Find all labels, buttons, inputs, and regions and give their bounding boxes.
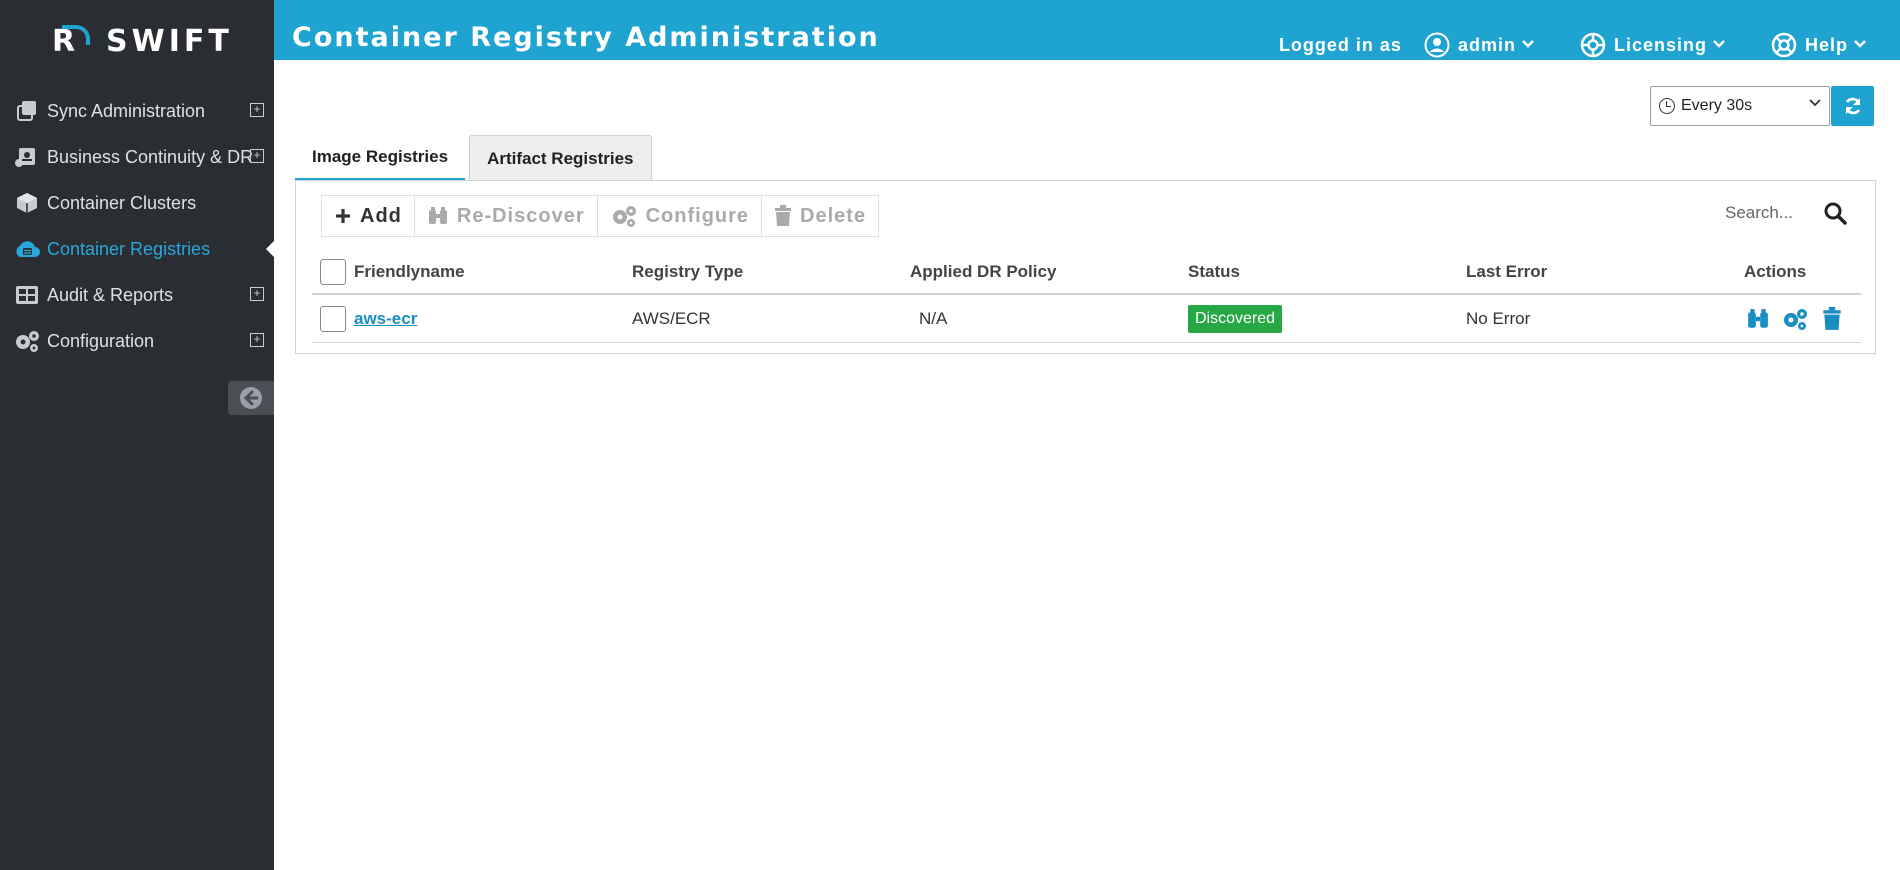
- friendlyname-cell: aws-ecr: [354, 309, 632, 329]
- row-actions: [1744, 305, 1861, 333]
- rediscover-action-binoculars-icon[interactable]: [1744, 305, 1772, 333]
- sidebar: R SWIFT Sync Administration + Business C…: [0, 0, 274, 870]
- expand-icon[interactable]: +: [250, 103, 264, 117]
- scroll-icon: [13, 145, 41, 169]
- clock-icon: [1659, 98, 1675, 114]
- cube-icon: [13, 191, 41, 215]
- logged-in-label: Logged in as: [1278, 34, 1402, 55]
- select-all-checkbox[interactable]: [320, 259, 346, 285]
- table-header: Friendlyname Registry Type Applied DR Po…: [312, 251, 1861, 295]
- search-input[interactable]: [1725, 203, 1815, 223]
- search-area: [1725, 199, 1849, 227]
- lifebuoy-icon: [1580, 32, 1606, 58]
- trash-icon: [774, 205, 792, 227]
- column-header-registry-type[interactable]: Registry Type: [632, 262, 910, 282]
- sidebar-item-label: Configuration: [47, 330, 155, 351]
- arrow-left-circle-icon: [240, 387, 262, 409]
- chevron-down-icon: [1809, 97, 1821, 111]
- refresh-interval-value: Every 30s: [1681, 97, 1753, 114]
- refresh-interval-select[interactable]: Every 30s: [1650, 86, 1830, 126]
- add-button[interactable]: Add: [322, 196, 415, 236]
- sidebar-item-business-continuity[interactable]: Business Continuity & DR +: [0, 134, 274, 180]
- actions-cell: [1744, 305, 1861, 333]
- sidebar-item-label: Container Clusters: [47, 192, 197, 213]
- delete-label: Delete: [800, 204, 867, 227]
- rediscover-label: Re-Discover: [456, 204, 585, 227]
- registry-type-cell: AWS/ECR: [632, 308, 711, 328]
- help-lifebuoy-icon: [1771, 32, 1797, 58]
- column-header-applied-dr-policy[interactable]: Applied DR Policy: [910, 262, 1188, 282]
- search-icon[interactable]: [1821, 199, 1849, 227]
- logo-mark: R: [52, 25, 96, 59]
- row-checkbox[interactable]: [320, 305, 346, 332]
- delete-action-trash-icon[interactable]: [1818, 305, 1846, 333]
- registries-panel: Add Re-Discover Configure Delete Search.…: [295, 180, 1876, 354]
- chevron-down-icon: [1713, 38, 1725, 52]
- status-cell: Discovered: [1188, 304, 1466, 333]
- user-menu[interactable]: admin: [1424, 32, 1534, 58]
- toolbar: Add Re-Discover Configure Delete: [321, 195, 880, 237]
- sidebar-item-label: Business Continuity & DR: [47, 146, 254, 167]
- sidebar-item-sync-administration[interactable]: Sync Administration +: [0, 88, 274, 134]
- logo[interactable]: R SWIFT: [52, 22, 233, 62]
- registry-tabs: Image Registries Artifact Registries: [295, 135, 652, 181]
- configure-button[interactable]: Configure: [598, 196, 763, 236]
- licensing-label: Licensing: [1613, 34, 1707, 55]
- configure-action-gears-icon[interactable]: [1781, 305, 1809, 333]
- registry-name-link[interactable]: aws-ecr: [354, 309, 417, 328]
- collapse-sidebar-button[interactable]: [228, 381, 274, 415]
- status-badge: Discovered: [1188, 304, 1283, 333]
- sidebar-item-container-clusters[interactable]: Container Clusters: [0, 180, 274, 226]
- user-name: admin: [1457, 34, 1516, 55]
- sidebar-item-label: Container Registries: [47, 238, 211, 259]
- sidebar-item-audit-reports[interactable]: Audit & Reports +: [0, 272, 274, 318]
- column-header-actions: Actions: [1744, 262, 1807, 281]
- active-indicator: [266, 241, 274, 257]
- expand-icon[interactable]: +: [250, 287, 264, 301]
- logo-arc-icon: [62, 25, 90, 45]
- column-header-status[interactable]: Status: [1188, 262, 1466, 282]
- user-circle-icon: [1424, 32, 1450, 58]
- dr-policy-cell: N/A: [910, 309, 1188, 329]
- last-error-cell: No Error: [1466, 308, 1531, 328]
- header-check-cell: [312, 259, 354, 285]
- sidebar-item-container-registries[interactable]: Container Registries: [0, 226, 274, 272]
- cloud-icon: [13, 237, 41, 261]
- help-menu[interactable]: Help: [1771, 32, 1866, 58]
- column-header-last-error[interactable]: Last Error: [1466, 262, 1744, 282]
- expand-icon[interactable]: +: [250, 333, 264, 347]
- chevron-down-icon: [1522, 38, 1534, 52]
- sidebar-nav: Sync Administration + Business Continuit…: [0, 88, 274, 364]
- binoculars-icon: [427, 206, 449, 226]
- registries-table: Friendlyname Registry Type Applied DR Po…: [312, 251, 1861, 343]
- tab-artifact-registries[interactable]: Artifact Registries: [469, 135, 652, 181]
- column-header-friendlyname[interactable]: Friendlyname: [354, 262, 632, 282]
- top-header: Container Registry Administration Logged…: [274, 0, 1900, 60]
- licensing-menu[interactable]: Licensing: [1580, 32, 1725, 58]
- table-row: aws-ecr AWS/ECR N/A Discovered No Error: [312, 295, 1861, 343]
- chevron-down-icon: [1854, 38, 1866, 52]
- gears-icon: [13, 329, 41, 353]
- sidebar-item-configuration[interactable]: Configuration +: [0, 318, 274, 364]
- tab-image-registries[interactable]: Image Registries: [295, 135, 466, 181]
- page-title: Container Registry Administration: [292, 22, 880, 53]
- refresh-button[interactable]: [1831, 86, 1874, 126]
- refresh-icon: [1845, 97, 1860, 115]
- delete-button[interactable]: Delete: [762, 196, 878, 236]
- configure-label: Configure: [645, 204, 750, 227]
- expand-icon[interactable]: +: [250, 149, 264, 163]
- help-label: Help: [1804, 34, 1848, 55]
- sidebar-item-label: Audit & Reports: [47, 284, 174, 305]
- sidebar-item-label: Sync Administration: [47, 100, 206, 121]
- copy-icon: [13, 99, 41, 123]
- gears-icon: [610, 204, 638, 228]
- table-icon: [13, 283, 41, 307]
- plus-icon: [334, 207, 352, 225]
- add-label: Add: [360, 204, 402, 227]
- logo-text: SWIFT: [106, 24, 233, 59]
- header-user-area: Logged in as admin Licensing Help: [1279, 30, 1900, 60]
- dr-policy-value: N/A: [919, 308, 948, 328]
- row-check-cell: [312, 305, 354, 332]
- rediscover-button[interactable]: Re-Discover: [415, 196, 598, 236]
